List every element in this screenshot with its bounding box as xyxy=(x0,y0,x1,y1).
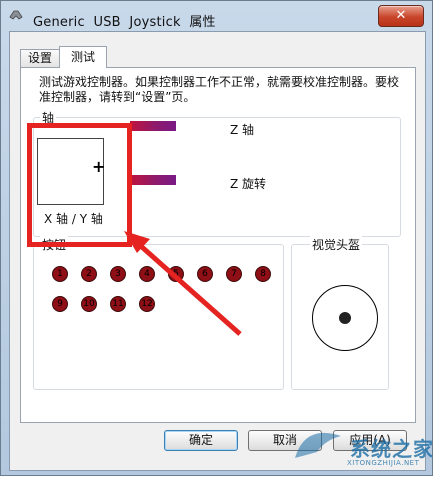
joystick-button-6: 6 xyxy=(197,266,213,282)
close-button[interactable]: ✕ xyxy=(378,5,424,27)
watermark-subtext: XITONGZHIJIA.NET xyxy=(347,459,420,467)
z-axis-label: Z 轴 xyxy=(230,123,255,137)
test-description: 测试游戏控制器。如果控制器工作不正常，就需要校准控制器。要校准控制器，请转到“设… xyxy=(39,75,400,104)
joystick-button-11: 11 xyxy=(110,296,126,312)
joystick-button-3: 3 xyxy=(110,266,126,282)
title-bar[interactable]: Generic USB Joystick 属性 ✕ xyxy=(1,1,432,30)
watermark-text: 系统之家 xyxy=(350,437,434,461)
buttons-group: 按钮 xyxy=(33,236,284,390)
joystick-button-1: 1 xyxy=(52,266,68,282)
joystick-button-8: 8 xyxy=(255,266,271,282)
joystick-button-5: 5 xyxy=(168,266,184,282)
window-title: Generic USB Joystick 属性 xyxy=(33,15,216,30)
pov-center-dot xyxy=(339,312,351,324)
joystick-button-10: 10 xyxy=(81,296,97,312)
ok-button[interactable]: 确定 xyxy=(164,430,238,451)
joystick-button-12: 12 xyxy=(139,296,155,312)
z-rotation-label: Z 旋转 xyxy=(230,177,267,191)
tab-settings[interactable]: 设置 xyxy=(20,49,60,67)
joystick-icon xyxy=(9,10,23,20)
joystick-button-2: 2 xyxy=(81,266,97,282)
pov-group-title: 视觉头盔 xyxy=(310,236,363,253)
joystick-button-9: 9 xyxy=(52,296,68,312)
joystick-button-4: 4 xyxy=(139,266,155,282)
pov-indicator xyxy=(312,285,378,351)
z-axis-bar xyxy=(130,121,176,131)
close-icon: ✕ xyxy=(395,8,407,23)
joystick-button-7: 7 xyxy=(226,266,242,282)
z-rotation-bar xyxy=(130,175,176,185)
dialog-client: 设置 测试 测试游戏控制器。如果控制器工作不正常，就需要校准控制器。要校准控制器… xyxy=(9,31,426,471)
tab-test[interactable]: 测试 xyxy=(59,46,107,68)
highlight-box xyxy=(27,123,132,247)
